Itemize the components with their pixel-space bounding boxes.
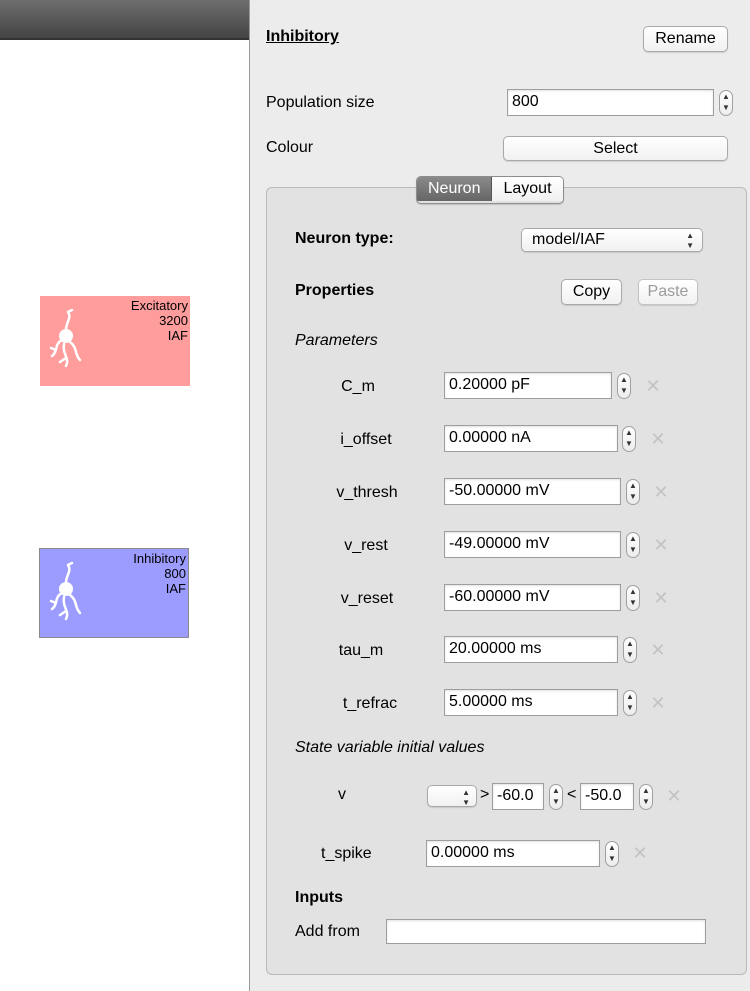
neuron-type-value: model/IAF xyxy=(532,231,605,248)
neuron-type-select[interactable]: model/IAF ▲ ▼ xyxy=(521,228,703,252)
parameters-heading: Parameters xyxy=(295,332,378,349)
population-size-stepper[interactable]: ▲ ▼ xyxy=(719,90,733,116)
neuron-icon xyxy=(49,308,82,368)
add-from-input[interactable] xyxy=(386,919,706,944)
population-size-input[interactable]: 800 xyxy=(507,89,714,116)
tab-layout[interactable]: Layout xyxy=(492,177,563,201)
rename-button[interactable]: Rename xyxy=(643,26,728,52)
param-input-tau-m[interactable]: 20.00000 ms xyxy=(444,636,618,663)
step-up-icon: ▲ xyxy=(629,481,637,490)
step-down-icon: ▼ xyxy=(552,797,560,806)
clear-icon[interactable]: ✕ xyxy=(650,641,666,659)
population-node-excitatory[interactable]: Excitatory 3200 IAF xyxy=(40,296,190,386)
clear-icon[interactable]: ✕ xyxy=(653,483,669,501)
less-than-sign: < xyxy=(567,786,577,803)
properties-panel: Inhibitory Rename Population size 800 ▲ ▼… xyxy=(249,0,750,991)
param-input-v-rest[interactable]: -49.00000 mV xyxy=(444,531,621,558)
step-down-icon: ▼ xyxy=(629,545,637,554)
step-up-icon: ▲ xyxy=(722,92,730,101)
step-down-icon: ▼ xyxy=(642,797,650,806)
clear-icon[interactable]: ✕ xyxy=(666,787,682,805)
step-down-icon: ▼ xyxy=(620,386,628,395)
v-max-input[interactable]: -50.0 xyxy=(580,783,634,810)
param-stepper-c-m[interactable]: ▲ ▼ xyxy=(617,373,631,399)
t-spike-stepper[interactable]: ▲ ▼ xyxy=(605,841,619,867)
v-min-input[interactable]: -60.0 xyxy=(492,783,544,810)
population-size-label: Population size xyxy=(266,94,375,111)
state-label-t-spike: t_spike xyxy=(321,845,372,862)
step-up-icon: ▲ xyxy=(625,428,633,437)
select-colour-button[interactable]: Select xyxy=(503,136,728,161)
copy-button[interactable]: Copy xyxy=(561,279,622,305)
step-up-icon: ▲ xyxy=(552,786,560,795)
param-label-v-thresh: v_thresh xyxy=(336,484,398,501)
param-stepper-i-offset[interactable]: ▲ ▼ xyxy=(622,426,636,452)
param-stepper-v-rest[interactable]: ▲ ▼ xyxy=(626,532,640,558)
inputs-heading: Inputs xyxy=(295,889,343,906)
greater-than-sign: > xyxy=(480,786,490,803)
v-max-stepper[interactable]: ▲ ▼ xyxy=(639,784,653,810)
t-spike-input[interactable]: 0.00000 ms xyxy=(426,840,600,867)
step-up-icon: ▲ xyxy=(620,375,628,384)
step-up-icon: ▲ xyxy=(626,692,634,701)
clear-icon[interactable]: ✕ xyxy=(650,694,666,712)
param-input-c-m[interactable]: 0.20000 pF xyxy=(444,372,612,399)
step-down-icon: ▼ xyxy=(625,439,633,448)
clear-icon[interactable]: ✕ xyxy=(632,844,648,862)
updown-arrow-icon: ▲ ▼ xyxy=(686,231,694,250)
param-input-v-reset[interactable]: -60.00000 mV xyxy=(444,584,621,611)
add-from-label: Add from xyxy=(295,923,360,940)
param-stepper-v-reset[interactable]: ▲ ▼ xyxy=(626,585,640,611)
param-label-c-m: C_m xyxy=(341,378,375,395)
param-input-v-thresh[interactable]: -50.00000 mV xyxy=(444,478,621,505)
network-canvas[interactable] xyxy=(0,40,250,991)
step-down-icon: ▼ xyxy=(629,492,637,501)
v-distribution-select[interactable]: ▲ ▼ xyxy=(427,785,477,807)
state-label-v: v xyxy=(338,786,346,803)
param-input-t-refrac[interactable]: 5.00000 ms xyxy=(444,689,618,716)
colour-label: Colour xyxy=(266,139,314,156)
clear-icon[interactable]: ✕ xyxy=(650,430,666,448)
population-node-inhibitory[interactable]: Inhibitory 800 IAF xyxy=(39,548,189,638)
v-min-stepper[interactable]: ▲ ▼ xyxy=(549,784,563,810)
neuron-type-label: Neuron type: xyxy=(295,230,394,247)
window-titlebar xyxy=(0,0,250,40)
step-up-icon: ▲ xyxy=(608,843,616,852)
population-title: Inhibitory xyxy=(266,28,339,45)
tab-neuron[interactable]: Neuron xyxy=(417,177,493,201)
step-down-icon: ▼ xyxy=(626,703,634,712)
step-up-icon: ▲ xyxy=(626,639,634,648)
tab-bar: Neuron Layout xyxy=(416,176,564,204)
step-down-icon: ▼ xyxy=(608,854,616,863)
param-input-i-offset[interactable]: 0.00000 nA xyxy=(444,425,618,452)
state-heading: State variable initial values xyxy=(295,739,485,756)
param-label-v-reset: v_reset xyxy=(340,590,394,607)
param-stepper-t-refrac[interactable]: ▲ ▼ xyxy=(623,690,637,716)
step-up-icon: ▲ xyxy=(629,534,637,543)
properties-label: Properties xyxy=(295,282,375,299)
param-label-i-offset: i_offset xyxy=(340,431,392,448)
clear-icon[interactable]: ✕ xyxy=(653,589,669,607)
param-label-t-refrac: t_refrac xyxy=(342,695,398,712)
param-stepper-tau-m[interactable]: ▲ ▼ xyxy=(623,637,637,663)
param-label-v-rest: v_rest xyxy=(344,537,388,554)
step-down-icon: ▼ xyxy=(629,598,637,607)
param-stepper-v-thresh[interactable]: ▲ ▼ xyxy=(626,479,640,505)
step-up-icon: ▲ xyxy=(642,786,650,795)
neuron-icon xyxy=(49,561,82,621)
step-up-icon: ▲ xyxy=(629,587,637,596)
step-down-icon: ▼ xyxy=(722,103,730,112)
step-down-icon: ▼ xyxy=(626,650,634,659)
paste-button[interactable]: Paste xyxy=(638,279,698,305)
param-label-tau-m: tau_m xyxy=(338,642,384,659)
clear-icon[interactable]: ✕ xyxy=(653,536,669,554)
clear-icon[interactable]: ✕ xyxy=(645,377,661,395)
updown-arrow-icon: ▲ ▼ xyxy=(462,788,470,807)
